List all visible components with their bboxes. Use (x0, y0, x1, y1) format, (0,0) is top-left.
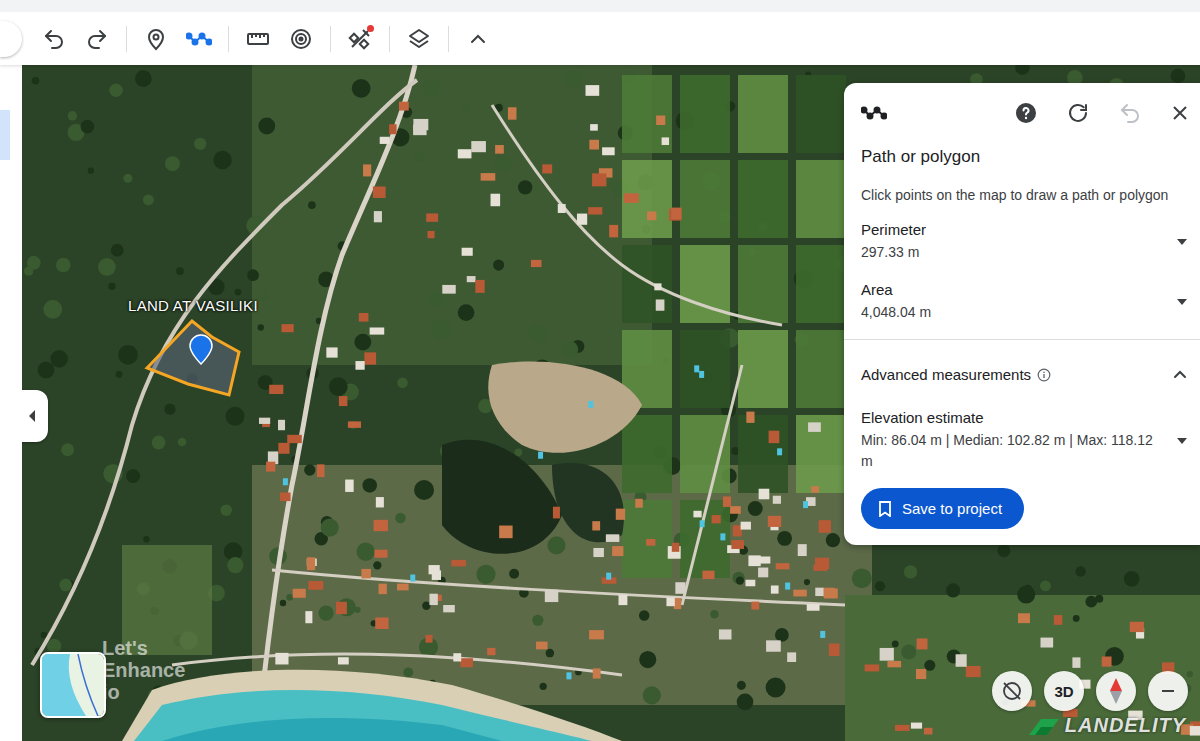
toolbar-divider (448, 26, 449, 52)
minus-icon (1158, 681, 1178, 701)
close-icon[interactable] (1170, 103, 1190, 123)
sidebar (0, 65, 22, 741)
parcel-label: LAND AT VASILIKI (128, 297, 258, 314)
advanced-label: Advanced measurements (861, 366, 1031, 383)
tool-button[interactable] (79, 21, 115, 57)
redo-icon (85, 27, 109, 51)
collapse-handle[interactable] (22, 390, 48, 442)
measurement-row[interactable]: Area 4,048.04 m (861, 281, 1190, 323)
map-control[interactable] (1148, 671, 1188, 711)
brand-watermark: LANDELITY (1027, 714, 1186, 737)
toolbar-divider (330, 26, 331, 52)
tool-button[interactable] (401, 21, 437, 57)
app-window: LAND AT VASILIKI Let'sEnhanceio Path or po… (0, 0, 1200, 741)
tool-button[interactable] (138, 21, 174, 57)
rotate-lock-icon (1000, 679, 1024, 703)
advanced-toggle[interactable]: Advanced measurements (861, 366, 1190, 383)
measurement-label: Perimeter (861, 221, 1176, 238)
radius-icon (289, 27, 313, 51)
toolbar (0, 0, 1200, 65)
elevation-row[interactable]: Elevation estimate Min: 86.04 m | Median:… (861, 409, 1190, 472)
3d-label: 3D (1054, 683, 1073, 700)
location-pin-icon[interactable] (188, 333, 214, 365)
search-box[interactable] (0, 21, 22, 57)
map-view[interactable]: LAND AT VASILIKI Let'sEnhanceio Path or po… (22, 65, 1200, 741)
measurement-value: 4,048.04 m (861, 302, 1176, 323)
save-button[interactable]: Save to project (861, 488, 1024, 529)
measure-panel: Path or polygon Click points on the map t… (844, 83, 1200, 545)
panel-header (861, 99, 1190, 127)
help-icon[interactable] (1014, 101, 1038, 125)
tool-button[interactable] (36, 21, 72, 57)
panel-actions (1014, 101, 1190, 125)
measurement-label: Area (861, 281, 1176, 298)
watermark-text: io (102, 681, 185, 703)
info-icon[interactable] (1037, 368, 1051, 382)
toolbar-divider (389, 26, 390, 52)
notification-dot (367, 25, 374, 32)
chevron-icon (1172, 367, 1188, 383)
toolbar-divider (228, 26, 229, 52)
watermark-text: Enhance (102, 659, 185, 681)
separator (844, 339, 1200, 340)
map-control[interactable]: 3D (1044, 671, 1084, 711)
tool-button[interactable] (460, 21, 496, 57)
map-control[interactable] (992, 671, 1032, 711)
dropdown-icon (1176, 236, 1188, 248)
parcel-outline[interactable] (147, 321, 239, 395)
panel-title: Path or polygon (861, 147, 1190, 167)
minimap[interactable] (40, 652, 106, 718)
tool-button[interactable] (342, 21, 378, 57)
tool-group (240, 21, 319, 57)
ruler-icon (246, 27, 270, 51)
bookmark-icon (878, 501, 892, 517)
path-icon (861, 101, 887, 125)
tool-group (138, 21, 217, 57)
compass-icon (1106, 677, 1126, 705)
main-area: LAND AT VASILIKI Let'sEnhanceio Path or po… (0, 65, 1200, 741)
watermark: Let'sEnhanceio (102, 637, 185, 703)
brand-logo-icon (1027, 715, 1061, 737)
pin-icon (144, 27, 168, 51)
tool-button[interactable] (181, 21, 217, 57)
arrow-left-icon (27, 409, 37, 423)
map-control[interactable] (1096, 671, 1136, 711)
tool-button[interactable] (240, 21, 276, 57)
panel-instruction: Click points on the map to draw a path o… (861, 187, 1190, 203)
layers-icon (407, 27, 431, 51)
tool-group (401, 21, 437, 57)
tool-group (342, 21, 378, 57)
tool-group (36, 21, 115, 57)
dropdown-icon (1176, 296, 1188, 308)
measurement-value: 297.33 m (861, 242, 1176, 263)
undo-icon (42, 27, 66, 51)
measurement-row[interactable]: Perimeter 297.33 m (861, 221, 1190, 263)
tool-button[interactable] (283, 21, 319, 57)
tool-group (460, 21, 496, 57)
measurement-value: Min: 86.04 m | Median: 102.82 m | Max: 1… (861, 430, 1176, 472)
minimap-icon (42, 654, 104, 716)
path-icon (186, 27, 212, 51)
map-controls: 3D (992, 671, 1188, 711)
measurement-label: Elevation estimate (861, 409, 1176, 426)
dropdown-icon (1176, 435, 1188, 447)
watermark-text: Let's (102, 637, 185, 659)
sidebar-item[interactable] (0, 110, 10, 160)
refresh-icon[interactable] (1066, 101, 1090, 125)
chevron-up-icon (466, 27, 490, 51)
undo-icon (1118, 101, 1142, 125)
toolbar-divider (126, 26, 127, 52)
